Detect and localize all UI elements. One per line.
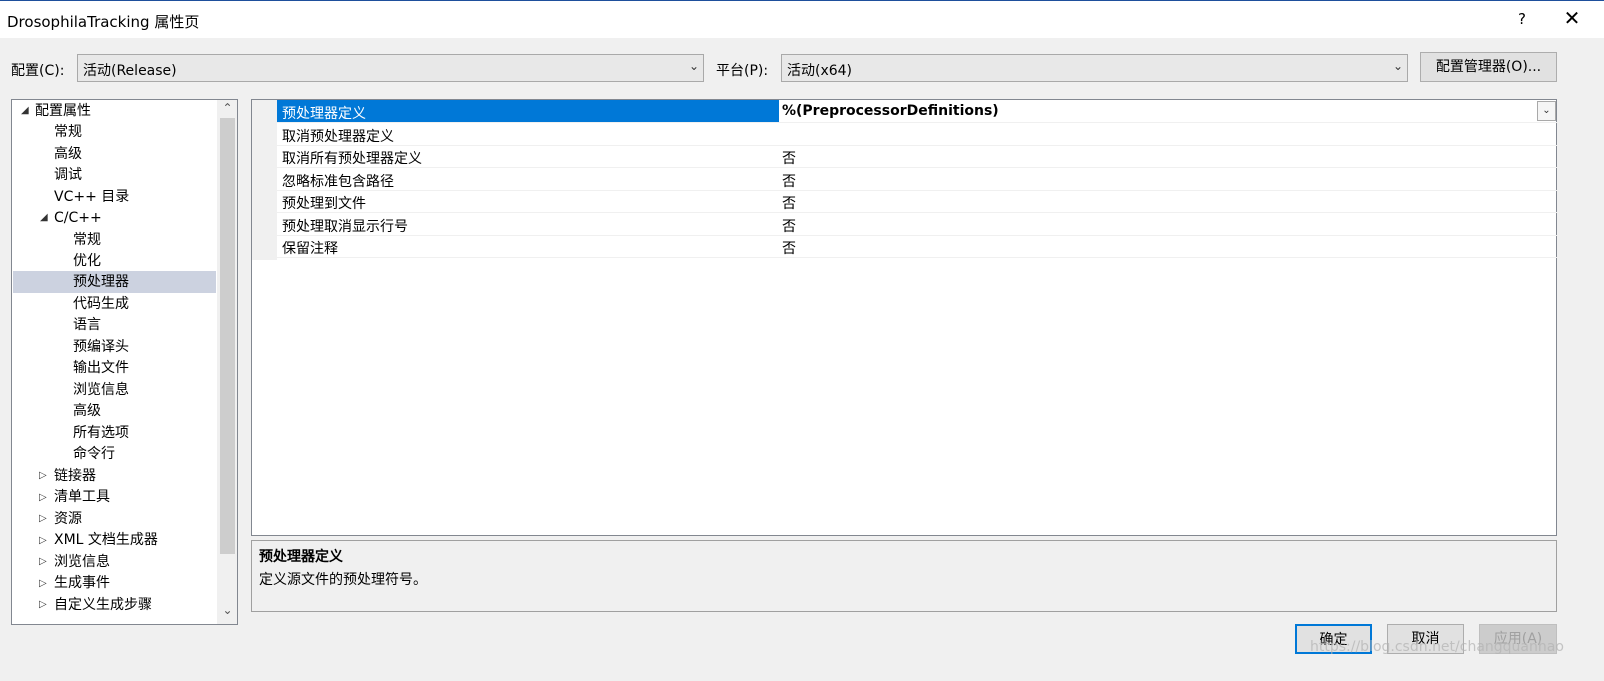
property-value[interactable]: %(PreprocessorDefinitions) <box>782 103 999 119</box>
platform-dropdown[interactable]: 活动(x64) ⌄ <box>781 54 1408 82</box>
tree-item-optimization[interactable]: 优化 <box>73 250 101 272</box>
description-panel: 预处理器定义 定义源文件的预处理符号。 <box>251 540 1557 612</box>
tree-item-precompiled-headers[interactable]: 预编译头 <box>73 336 129 358</box>
property-name-cell[interactable]: 取消预处理器定义 <box>277 123 779 145</box>
chevron-down-icon: ⌄ <box>1392 59 1403 73</box>
config-label: 配置(C): <box>11 63 65 79</box>
property-name-cell[interactable]: 预处理器定义 <box>277 100 779 122</box>
property-name: 忽略标准包含路径 <box>282 174 394 190</box>
property-name-cell[interactable]: 取消所有预处理器定义 <box>277 145 779 167</box>
tree-item-language[interactable]: 语言 <box>73 314 101 336</box>
close-button[interactable]: ✕ <box>1560 7 1584 29</box>
tree-item-browse-info[interactable]: 浏览信息 <box>73 379 129 401</box>
property-name: 预处理到文件 <box>282 196 366 212</box>
collapsed-triangle-icon[interactable]: ▷ <box>39 492 47 503</box>
tree-item-general[interactable]: 常规 <box>54 121 82 143</box>
property-name-cell[interactable]: 预处理到文件 <box>277 190 779 212</box>
grid-gutter <box>252 100 277 260</box>
platform-value: 活动(x64) <box>787 63 853 79</box>
tree-item-command-line[interactable]: 命令行 <box>73 443 115 465</box>
expanded-triangle-icon[interactable]: ◢ <box>40 212 48 223</box>
property-value[interactable]: 否 <box>782 171 796 191</box>
collapsed-triangle-icon[interactable]: ▷ <box>39 513 47 524</box>
tree-item-config-props[interactable]: 配置属性 <box>35 100 91 122</box>
collapsed-triangle-icon[interactable]: ▷ <box>39 470 47 481</box>
collapsed-triangle-icon[interactable]: ▷ <box>39 535 47 546</box>
tree-item-vc-directories[interactable]: VC++ 目录 <box>54 186 129 208</box>
tree-item-build-events[interactable]: 生成事件 <box>54 572 110 594</box>
property-row[interactable]: 预处理器定义 %(PreprocessorDefinitions) ⌄ <box>277 100 1557 123</box>
property-row[interactable]: 预处理取消显示行号 否 <box>277 213 1557 236</box>
property-row[interactable]: 忽略标准包含路径 否 <box>277 168 1557 191</box>
tree-item-cpp-general[interactable]: 常规 <box>73 229 101 251</box>
property-tree[interactable]: ◢ 配置属性 常规 高级 调试 VC++ 目录 ◢ C/C++ 常规 优化 预处… <box>11 99 238 625</box>
property-name-cell[interactable]: 预处理取消显示行号 <box>277 213 779 235</box>
property-row[interactable]: 保留注释 否 <box>277 235 1557 258</box>
tree-item-custom-build-step[interactable]: 自定义生成步骤 <box>54 594 152 616</box>
title-bar: DrosophilaTracking 属性页 ? ✕ <box>0 0 1604 38</box>
tree-item-output-files[interactable]: 输出文件 <box>73 357 129 379</box>
config-dropdown[interactable]: 活动(Release) ⌄ <box>77 54 704 82</box>
collapsed-triangle-icon[interactable]: ▷ <box>39 578 47 589</box>
description-text: 定义源文件的预处理符号。 <box>259 572 427 588</box>
scrollbar-thumb[interactable] <box>220 118 235 554</box>
chevron-down-icon[interactable]: ⌄ <box>1537 101 1556 121</box>
chevron-down-icon: ⌄ <box>688 59 699 73</box>
property-name: 取消所有预处理器定义 <box>282 151 422 167</box>
tree-item-debugging[interactable]: 调试 <box>54 164 82 186</box>
help-button[interactable]: ? <box>1514 10 1530 28</box>
property-name: 保留注释 <box>282 241 338 257</box>
property-row[interactable]: 取消所有预处理器定义 否 <box>277 145 1557 168</box>
chevron-up-icon[interactable]: ⌃ <box>217 101 237 115</box>
property-value[interactable]: 否 <box>782 216 796 236</box>
property-value[interactable]: 否 <box>782 148 796 168</box>
tree-item-linker[interactable]: 链接器 <box>54 465 96 487</box>
property-name-cell[interactable]: 忽略标准包含路径 <box>277 168 779 190</box>
tree-item-manifest-tool[interactable]: 清单工具 <box>54 486 110 508</box>
property-row[interactable]: 取消预处理器定义 <box>277 123 1557 146</box>
config-manager-button[interactable]: 配置管理器(O)... <box>1420 52 1557 82</box>
collapsed-triangle-icon[interactable]: ▷ <box>39 556 47 567</box>
tree-item-cpp-advanced[interactable]: 高级 <box>73 400 101 422</box>
tree-item-cpp[interactable]: C/C++ <box>54 207 102 229</box>
tree-item-all-options[interactable]: 所有选项 <box>73 422 129 444</box>
collapsed-triangle-icon[interactable]: ▷ <box>39 599 47 610</box>
property-name: 预处理器定义 <box>282 106 366 122</box>
property-grid: 预处理器定义 %(PreprocessorDefinitions) ⌄ 取消预处… <box>251 99 1557 536</box>
watermark: https://blog.csdn.net/changquanhao <box>1310 639 1564 655</box>
property-row[interactable]: 预处理到文件 否 <box>277 190 1557 213</box>
tree-item-code-generation[interactable]: 代码生成 <box>73 293 129 315</box>
property-name: 取消预处理器定义 <box>282 129 394 145</box>
window-title: DrosophilaTracking 属性页 <box>7 13 200 31</box>
tree-item-resources[interactable]: 资源 <box>54 508 82 530</box>
chevron-down-icon[interactable]: ⌄ <box>217 603 237 617</box>
expanded-triangle-icon[interactable]: ◢ <box>21 105 29 116</box>
property-value[interactable]: 否 <box>782 238 796 258</box>
property-name-cell[interactable]: 保留注释 <box>277 235 779 257</box>
property-name: 预处理取消显示行号 <box>282 219 408 235</box>
tree-item-xml-doc-generator[interactable]: XML 文档生成器 <box>54 529 158 551</box>
tree-scrollbar[interactable]: ⌃ ⌄ <box>217 100 237 624</box>
tree-item-advanced[interactable]: 高级 <box>54 143 82 165</box>
description-title: 预处理器定义 <box>259 549 343 565</box>
property-value[interactable]: 否 <box>782 193 796 213</box>
platform-label: 平台(P): <box>716 63 769 79</box>
tree-item-preprocessor[interactable]: 预处理器 <box>13 271 216 293</box>
tree-item-browse-info-2[interactable]: 浏览信息 <box>54 551 110 573</box>
config-value: 活动(Release) <box>83 63 177 79</box>
